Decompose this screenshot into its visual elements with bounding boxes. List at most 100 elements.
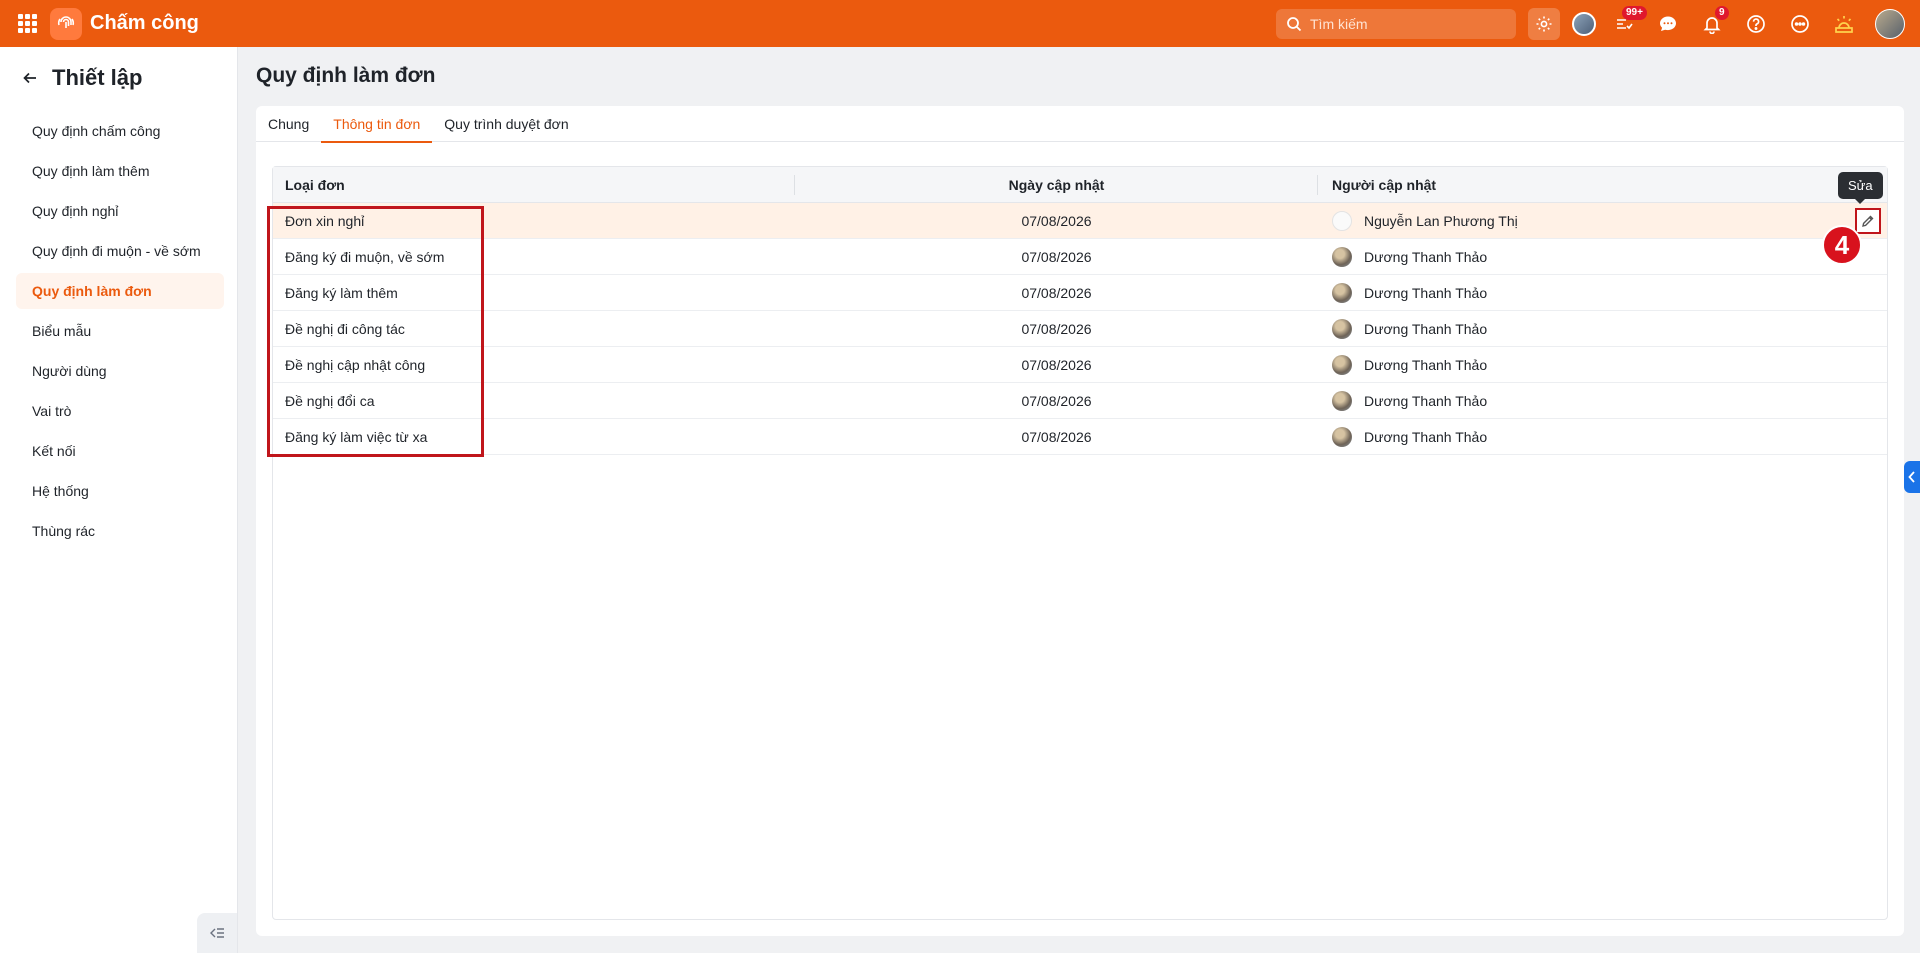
sidebar-title: Thiết lập bbox=[52, 65, 143, 90]
sidebar-item-roles[interactable]: Vai trò bbox=[16, 393, 224, 429]
request-type-cell: Đơn xin nghỉ bbox=[285, 213, 365, 229]
updated-by-cell: Dương Thanh Thảo bbox=[1318, 419, 1887, 455]
sidebar-item-label: Người dùng bbox=[32, 363, 107, 379]
table-row[interactable]: Đơn xin nghỉ 07/08/2026 Nguyễn Lan Phươn… bbox=[273, 203, 1887, 239]
sun-checkin-icon bbox=[1835, 16, 1853, 33]
help-button[interactable] bbox=[1740, 8, 1772, 40]
profile-switch-button[interactable] bbox=[1568, 8, 1600, 40]
settings-button[interactable] bbox=[1528, 8, 1560, 40]
sidebar-item-trash[interactable]: Thùng rác bbox=[16, 513, 224, 549]
avatar bbox=[1332, 283, 1352, 303]
table-header: Loại đơn Ngày cập nhật Người cập nhật bbox=[273, 167, 1887, 203]
request-types-table: Loại đơn Ngày cập nhật Người cập nhật Đơ… bbox=[272, 166, 1888, 920]
search-input[interactable] bbox=[1310, 16, 1500, 32]
edit-button[interactable] bbox=[1855, 208, 1881, 234]
updated-by-name: Dương Thanh Thảo bbox=[1364, 357, 1488, 373]
avatar bbox=[1572, 12, 1596, 36]
content-panel: Chung Thông tin đơn Quy trình duyệt đơn … bbox=[256, 106, 1904, 936]
request-type-cell: Đăng ký làm thêm bbox=[285, 285, 398, 301]
updated-date-cell: 07/08/2026 bbox=[1021, 429, 1092, 445]
sidebar-item-label: Quy định làm thêm bbox=[32, 163, 150, 179]
sidebar-item-timekeeping-rules[interactable]: Quy định chấm công bbox=[16, 113, 224, 149]
updated-date-cell: 07/08/2026 bbox=[1021, 213, 1092, 229]
updated-by-name: Nguyễn Lan Phương Thị bbox=[1364, 213, 1518, 229]
updated-by-name: Dương Thanh Thảo bbox=[1364, 285, 1488, 301]
expand-panel-handle[interactable] bbox=[1904, 461, 1920, 493]
fingerprint-logo-icon bbox=[50, 8, 82, 40]
updated-by-name: Dương Thanh Thảo bbox=[1364, 321, 1488, 337]
top-bar: Chấm công 99+ 9 bbox=[0, 0, 1920, 47]
sidebar-item-label: Vai trò bbox=[32, 403, 72, 419]
tab-general[interactable]: Chung bbox=[256, 106, 321, 142]
collapse-left-icon bbox=[210, 928, 224, 938]
tasks-badge: 99+ bbox=[1622, 6, 1647, 20]
sidebar-item-users[interactable]: Người dùng bbox=[16, 353, 224, 389]
edit-tooltip: Sửa bbox=[1838, 172, 1883, 204]
updated-by-name: Dương Thanh Thảo bbox=[1364, 393, 1488, 409]
sidebar-item-forms[interactable]: Biểu mẫu bbox=[16, 313, 224, 349]
sidebar-item-label: Biểu mẫu bbox=[32, 323, 92, 339]
avatar bbox=[1332, 247, 1352, 267]
column-header-type[interactable]: Loại đơn bbox=[273, 167, 795, 203]
updated-by-name: Dương Thanh Thảo bbox=[1364, 429, 1488, 445]
updated-by-cell: Dương Thanh Thảo bbox=[1318, 383, 1887, 419]
gear-icon bbox=[1536, 16, 1552, 32]
tasks-button[interactable]: 99+ bbox=[1608, 6, 1647, 40]
table-row[interactable]: Đăng ký làm việc từ xa 07/08/2026 Dương … bbox=[273, 419, 1887, 455]
avatar bbox=[1332, 427, 1352, 447]
user-avatar bbox=[1875, 9, 1905, 39]
arrow-left-icon bbox=[23, 72, 36, 84]
sidebar-item-label: Quy định đi muộn - về sớm bbox=[32, 243, 201, 259]
chat-button[interactable] bbox=[1652, 8, 1684, 40]
more-icon bbox=[1791, 15, 1809, 33]
user-menu-button[interactable] bbox=[1874, 8, 1906, 40]
table-row[interactable]: Đề nghị đổi ca 07/08/2026 Dương Thanh Th… bbox=[273, 383, 1887, 419]
chevron-left-icon bbox=[1908, 471, 1915, 483]
app-grid-icon[interactable] bbox=[18, 14, 37, 33]
sidebar-item-leave-rules[interactable]: Quy định nghỉ bbox=[16, 193, 224, 229]
column-header-updated-by[interactable]: Người cập nhật bbox=[1318, 167, 1887, 203]
table-row[interactable]: Đăng ký làm thêm 07/08/2026 Dương Thanh … bbox=[273, 275, 1887, 311]
updated-date-cell: 07/08/2026 bbox=[1021, 357, 1092, 373]
back-button[interactable] bbox=[20, 68, 40, 88]
sidebar-item-late-early-rules[interactable]: Quy định đi muộn - về sớm bbox=[16, 233, 224, 269]
sidebar-item-request-rules[interactable]: Quy định làm đơn bbox=[16, 273, 224, 309]
help-icon bbox=[1747, 15, 1765, 33]
request-type-cell: Đăng ký đi muộn, về sớm bbox=[285, 249, 445, 265]
collapse-sidebar-button[interactable] bbox=[197, 913, 237, 953]
updated-by-cell: Dương Thanh Thảo bbox=[1318, 275, 1887, 311]
notifications-button[interactable]: 9 bbox=[1696, 6, 1729, 40]
notifications-badge: 9 bbox=[1715, 6, 1729, 20]
column-header-updated-date[interactable]: Ngày cập nhật bbox=[795, 167, 1318, 203]
request-type-cell: Đề nghị đi công tác bbox=[285, 321, 405, 337]
avatar bbox=[1332, 391, 1352, 411]
sidebar-item-label: Quy định chấm công bbox=[32, 123, 161, 139]
request-type-cell: Đề nghị cập nhật công bbox=[285, 357, 426, 373]
sidebar-item-overtime-rules[interactable]: Quy định làm thêm bbox=[16, 153, 224, 189]
sidebar-item-label: Kết nối bbox=[32, 443, 76, 459]
search-icon bbox=[1287, 17, 1302, 32]
table-row[interactable]: Đề nghị đi công tác 07/08/2026 Dương Tha… bbox=[273, 311, 1887, 347]
search-box[interactable] bbox=[1276, 9, 1516, 39]
tab-request-info[interactable]: Thông tin đơn bbox=[321, 106, 433, 143]
checkin-button[interactable] bbox=[1828, 8, 1860, 40]
table-row[interactable]: Đăng ký đi muộn, về sớm 07/08/2026 Dương… bbox=[273, 239, 1887, 275]
updated-date-cell: 07/08/2026 bbox=[1021, 393, 1092, 409]
avatar bbox=[1332, 355, 1352, 375]
request-type-cell: Đề nghị đổi ca bbox=[285, 393, 375, 409]
updated-date-cell: 07/08/2026 bbox=[1021, 249, 1092, 265]
tab-bar: Chung Thông tin đơn Quy trình duyệt đơn bbox=[256, 106, 1904, 143]
sidebar-item-system[interactable]: Hệ thống bbox=[16, 473, 224, 509]
avatar bbox=[1332, 211, 1352, 231]
sidebar-item-label: Hệ thống bbox=[32, 483, 89, 499]
request-type-cell: Đăng ký làm việc từ xa bbox=[285, 429, 428, 445]
table-row[interactable]: Đề nghị cập nhật công 07/08/2026 Dương T… bbox=[273, 347, 1887, 383]
updated-by-cell: Nguyễn Lan Phương Thị bbox=[1318, 203, 1887, 239]
updated-by-cell: Dương Thanh Thảo bbox=[1318, 311, 1887, 347]
avatar bbox=[1332, 319, 1352, 339]
updated-by-name: Dương Thanh Thảo bbox=[1364, 249, 1488, 265]
tab-approval-flow[interactable]: Quy trình duyệt đơn bbox=[432, 106, 580, 142]
more-button[interactable] bbox=[1784, 8, 1816, 40]
updated-date-cell: 07/08/2026 bbox=[1021, 321, 1092, 337]
sidebar-item-connections[interactable]: Kết nối bbox=[16, 433, 224, 469]
